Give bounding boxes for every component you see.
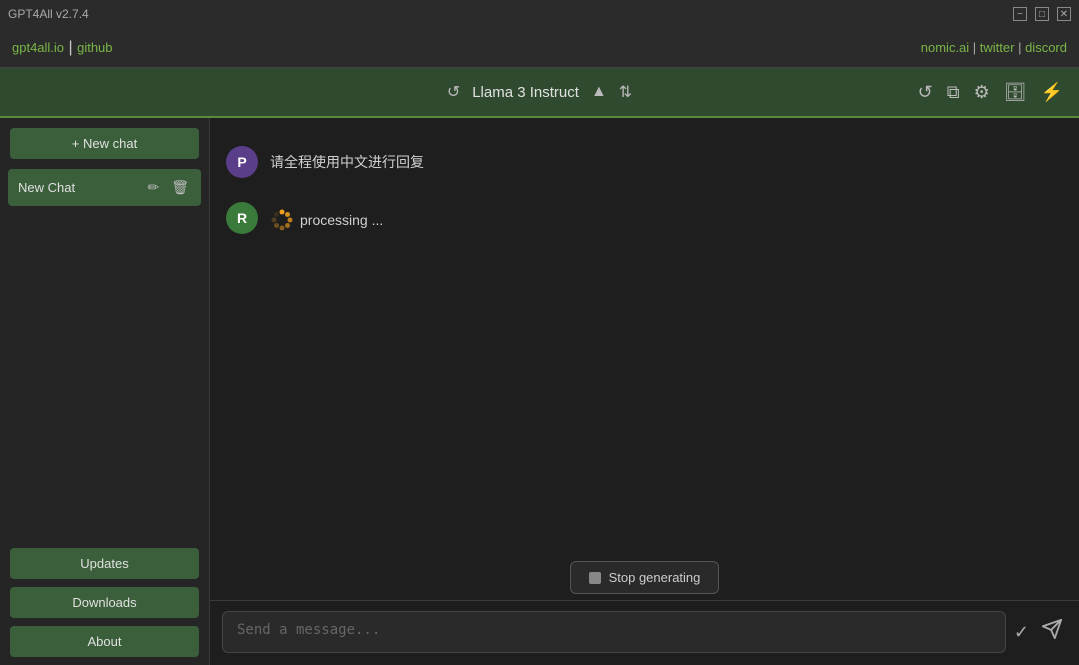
- chat-item-actions: ✏ 🗑: [145, 177, 191, 198]
- table-row: P 请全程使用中文进行回复: [226, 134, 1063, 190]
- chat-area: P 请全程使用中文进行回复 R: [210, 118, 1079, 665]
- sidebar-spacer: [0, 210, 209, 544]
- minimize-button[interactable]: −: [1013, 7, 1027, 21]
- edit-chat-button[interactable]: ✏: [145, 177, 161, 198]
- loading-spinner-icon: [270, 208, 294, 232]
- close-button[interactable]: ✕: [1057, 7, 1071, 21]
- sync-icon[interactable]: ↺: [918, 82, 933, 103]
- processing-text: processing ...: [300, 212, 383, 228]
- navbar-left: gpt4all.io | github: [12, 39, 113, 57]
- twitter-link[interactable]: twitter: [980, 40, 1015, 55]
- navbar-right: nomic.ai | twitter | discord: [921, 39, 1067, 57]
- titlebar: GPT4All v2.7.4 − □ ✕: [0, 0, 1079, 28]
- cursor-icon: ✓: [1014, 622, 1029, 643]
- downloads-button[interactable]: Downloads: [10, 587, 199, 618]
- model-expand-icon[interactable]: ⇅: [619, 82, 632, 102]
- nomic-link[interactable]: nomic.ai: [921, 40, 969, 55]
- model-name: Llama 3 Instruct: [472, 84, 579, 101]
- gpt4all-link[interactable]: gpt4all.io: [12, 40, 64, 55]
- titlebar-controls: − □ ✕: [1013, 7, 1071, 21]
- github-link[interactable]: github: [77, 40, 112, 55]
- assistant-message-text: processing ...: [270, 202, 383, 235]
- model-refresh-icon[interactable]: ↺: [447, 82, 460, 102]
- send-button[interactable]: [1037, 614, 1067, 650]
- table-row: R process: [226, 190, 1063, 247]
- maximize-button[interactable]: □: [1035, 7, 1049, 21]
- stop-square-icon: [589, 572, 601, 584]
- stop-generating-area: Stop generating: [210, 549, 1079, 600]
- titlebar-title: GPT4All v2.7.4: [8, 7, 89, 21]
- chat-item-label: New Chat: [18, 180, 75, 195]
- new-chat-button[interactable]: + New chat: [10, 128, 199, 159]
- updates-button[interactable]: Updates: [10, 548, 199, 579]
- discord-link[interactable]: discord: [1025, 40, 1067, 55]
- database-icon[interactable]: 🗄: [1004, 82, 1027, 103]
- toolbar-icons: ↺ ⧉ ⚙ 🗄 ⚡: [918, 82, 1063, 103]
- settings-icon[interactable]: ⚙: [974, 82, 990, 103]
- avatar: R: [226, 202, 258, 234]
- user-message-text: 请全程使用中文进行回复: [270, 146, 424, 172]
- stop-generating-label: Stop generating: [609, 570, 701, 585]
- model-upload-icon[interactable]: ▲: [591, 83, 607, 101]
- navbar: gpt4all.io | github nomic.ai | twitter |…: [0, 28, 1079, 68]
- send-icon: [1041, 618, 1063, 640]
- chat-item[interactable]: New Chat ✏ 🗑: [8, 169, 201, 206]
- stop-generating-button[interactable]: Stop generating: [570, 561, 720, 594]
- avatar: P: [226, 146, 258, 178]
- input-area: ✓: [210, 600, 1079, 665]
- model-bar: ↺ Llama 3 Instruct ▲ ⇅ ↺ ⧉ ⚙ 🗄 ⚡: [0, 68, 1079, 118]
- message-input[interactable]: [222, 611, 1006, 653]
- messages-list: P 请全程使用中文进行回复 R: [210, 118, 1079, 549]
- main-layout: + New chat New Chat ✏ 🗑 Updates Download…: [0, 118, 1079, 665]
- copy-icon[interactable]: ⧉: [947, 82, 960, 103]
- sidebar: + New chat New Chat ✏ 🗑 Updates Download…: [0, 118, 210, 665]
- delete-chat-button[interactable]: 🗑: [169, 177, 191, 198]
- wifi-icon[interactable]: ⚡: [1041, 82, 1063, 103]
- about-button[interactable]: About: [10, 626, 199, 657]
